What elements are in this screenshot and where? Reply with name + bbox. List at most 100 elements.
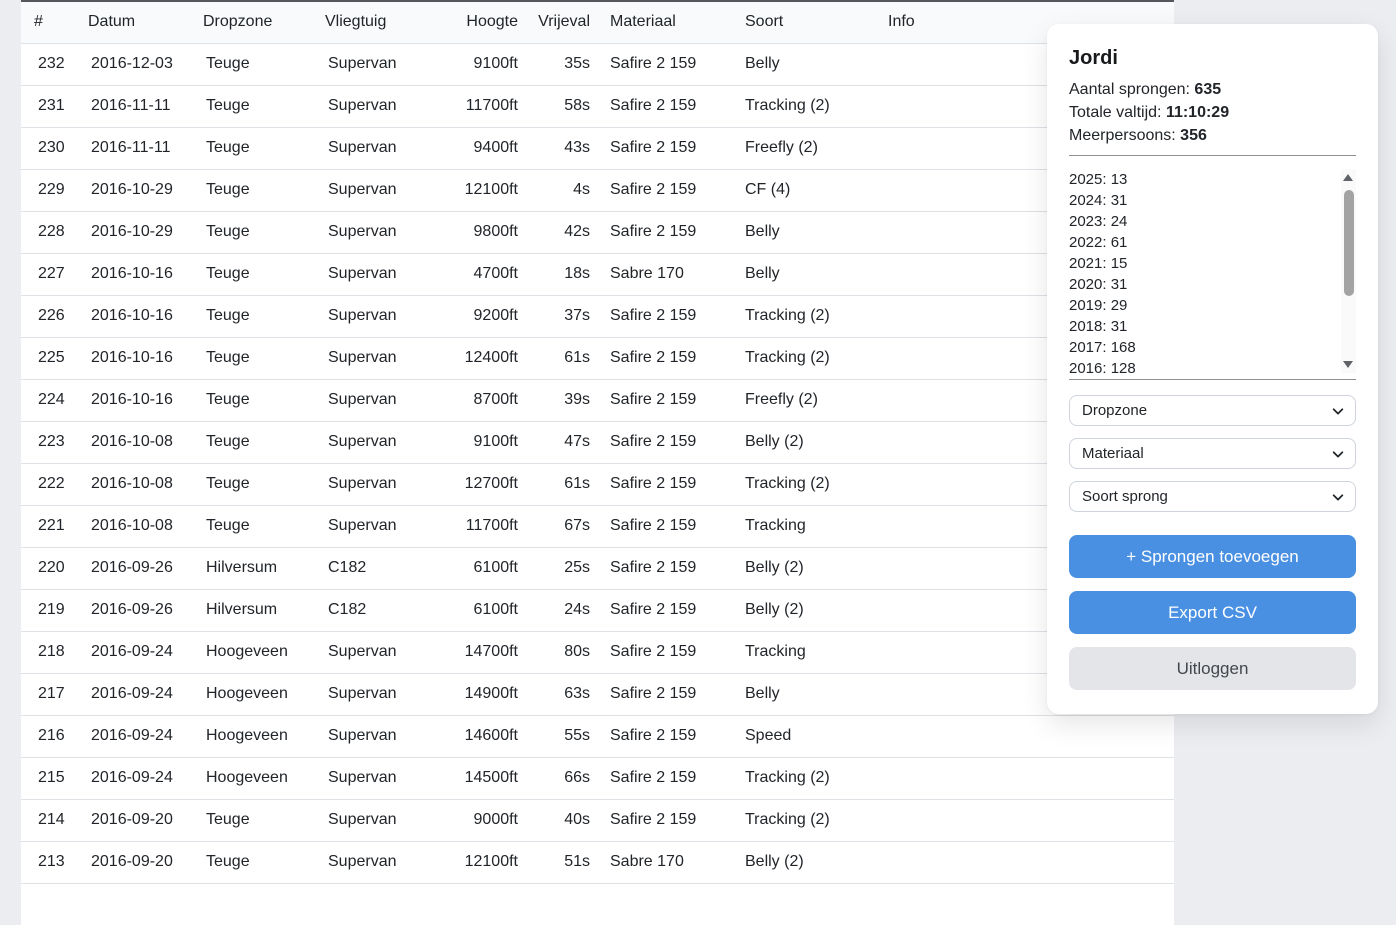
- cell-empty: [518, 883, 590, 925]
- cell-dropzone: Teuge: [203, 799, 325, 841]
- export-csv-button[interactable]: Export CSV: [1069, 591, 1356, 634]
- column-header-vliegtuig: Vliegtuig: [325, 2, 457, 43]
- cell-datum: 2016-09-26: [88, 589, 203, 631]
- year-counts-scroll-area[interactable]: 2025: 132024: 312023: 242022: 612021: 15…: [1069, 169, 1356, 373]
- logout-button[interactable]: Uitloggen: [1069, 647, 1356, 690]
- cell-datum: 2016-11-11: [88, 85, 203, 127]
- table-row[interactable]: 2252016-10-16TeugeSupervan12400ft61sSafi…: [21, 337, 1174, 379]
- divider: [1069, 379, 1356, 380]
- cell-empty: [888, 883, 1174, 925]
- cell-dropzone: Teuge: [203, 253, 325, 295]
- scrollbar-thumb[interactable]: [1344, 190, 1354, 296]
- cell-materiaal: Safire 2 159: [590, 673, 745, 715]
- cell-datum: 2016-09-20: [88, 799, 203, 841]
- cell-soort: CF (4): [745, 169, 888, 211]
- cell-soort: Speed: [745, 715, 888, 757]
- column-header-materiaal: Materiaal: [590, 2, 745, 43]
- cell-vliegtuig: Supervan: [325, 631, 457, 673]
- table-row[interactable]: 2232016-10-08TeugeSupervan9100ft47sSafir…: [21, 421, 1174, 463]
- add-jumps-button[interactable]: + Sprongen toevoegen: [1069, 535, 1356, 578]
- cell-materiaal: Safire 2 159: [590, 127, 745, 169]
- cell-materiaal: Safire 2 159: [590, 505, 745, 547]
- cell-dropzone: Teuge: [203, 421, 325, 463]
- cell-dropzone: Teuge: [203, 169, 325, 211]
- table-row[interactable]: 2282016-10-29TeugeSupervan9800ft42sSafir…: [21, 211, 1174, 253]
- cell-vrijeval: 40s: [518, 799, 590, 841]
- table-row[interactable]: 2262016-10-16TeugeSupervan9200ft37sSafir…: [21, 295, 1174, 337]
- cell-nr: 232: [21, 43, 88, 85]
- table-row[interactable]: 2322016-12-03TeugeSupervan9100ft35sSafir…: [21, 43, 1174, 85]
- year-list-scrollbar[interactable]: [1341, 169, 1356, 373]
- table-row-partial: [21, 883, 1174, 925]
- table-row[interactable]: 2272016-10-16TeugeSupervan4700ft18sSabre…: [21, 253, 1174, 295]
- table-row[interactable]: 2152016-09-24HoogeveenSupervan14500ft66s…: [21, 757, 1174, 799]
- table-row[interactable]: 2292016-10-29TeugeSupervan12100ft4sSafir…: [21, 169, 1174, 211]
- table-row[interactable]: 2242016-10-16TeugeSupervan8700ft39sSafir…: [21, 379, 1174, 421]
- cell-vrijeval: 35s: [518, 43, 590, 85]
- cell-empty: [745, 883, 888, 925]
- cell-hoogte: 6100ft: [457, 547, 518, 589]
- cell-hoogte: 12100ft: [457, 169, 518, 211]
- cell-soort: Tracking (2): [745, 799, 888, 841]
- cell-materiaal: Safire 2 159: [590, 337, 745, 379]
- table-row[interactable]: 2212016-10-08TeugeSupervan11700ft67sSafi…: [21, 505, 1174, 547]
- user-stats: Aantal sprongen: 635Totale valtijd: 11:1…: [1069, 78, 1356, 147]
- cell-materiaal: Safire 2 159: [590, 169, 745, 211]
- cell-nr: 227: [21, 253, 88, 295]
- table-row[interactable]: 2132016-09-20TeugeSupervan12100ft51sSabr…: [21, 841, 1174, 883]
- cell-materiaal: Safire 2 159: [590, 589, 745, 631]
- cell-vrijeval: 61s: [518, 337, 590, 379]
- table-row[interactable]: 2172016-09-24HoogeveenSupervan14900ft63s…: [21, 673, 1174, 715]
- chevron-down-icon: [1331, 490, 1345, 504]
- cell-nr: 213: [21, 841, 88, 883]
- user-name: Jordi: [1069, 46, 1356, 70]
- cell-datum: 2016-10-29: [88, 169, 203, 211]
- cell-vrijeval: 51s: [518, 841, 590, 883]
- scroll-up-arrow-icon[interactable]: [1343, 174, 1353, 181]
- cell-empty: [203, 883, 325, 925]
- column-header-nr: #: [21, 2, 88, 43]
- table-header-row: #DatumDropzoneVliegtuigHoogteVrijevalMat…: [21, 2, 1174, 43]
- cell-soort: Belly (2): [745, 547, 888, 589]
- dropzone-filter-select[interactable]: Dropzone: [1069, 395, 1356, 426]
- cell-nr: 225: [21, 337, 88, 379]
- cell-vrijeval: 58s: [518, 85, 590, 127]
- column-header-datum: Datum: [88, 2, 203, 43]
- table-row[interactable]: 2312016-11-11TeugeSupervan11700ft58sSafi…: [21, 85, 1174, 127]
- cell-hoogte: 14700ft: [457, 631, 518, 673]
- soort-sprong-filter-select[interactable]: Soort sprong: [1069, 481, 1356, 512]
- cell-vrijeval: 43s: [518, 127, 590, 169]
- cell-vrijeval: 63s: [518, 673, 590, 715]
- cell-nr: 218: [21, 631, 88, 673]
- cell-materiaal: Safire 2 159: [590, 211, 745, 253]
- cell-soort: Belly: [745, 211, 888, 253]
- year-count-item: 2021: 15: [1069, 253, 1334, 274]
- stat-line: Meerpersoons: 356: [1069, 124, 1356, 147]
- cell-datum: 2016-09-24: [88, 673, 203, 715]
- stat-value: 11:10:29: [1166, 104, 1229, 121]
- table-row[interactable]: 2142016-09-20TeugeSupervan9000ft40sSafir…: [21, 799, 1174, 841]
- cell-vliegtuig: Supervan: [325, 337, 457, 379]
- cell-hoogte: 9100ft: [457, 43, 518, 85]
- scroll-down-arrow-icon[interactable]: [1343, 361, 1353, 368]
- cell-materiaal: Sabre 170: [590, 841, 745, 883]
- cell-nr: 226: [21, 295, 88, 337]
- table-row[interactable]: 2222016-10-08TeugeSupervan12700ft61sSafi…: [21, 463, 1174, 505]
- cell-hoogte: 4700ft: [457, 253, 518, 295]
- cell-vliegtuig: C182: [325, 547, 457, 589]
- cell-vliegtuig: Supervan: [325, 715, 457, 757]
- table-row[interactable]: 2192016-09-26HilversumC1826100ft24sSafir…: [21, 589, 1174, 631]
- cell-vliegtuig: C182: [325, 589, 457, 631]
- table-row[interactable]: 2182016-09-24HoogeveenSupervan14700ft80s…: [21, 631, 1174, 673]
- cell-soort: Belly (2): [745, 841, 888, 883]
- table-row[interactable]: 2202016-09-26HilversumC1826100ft25sSafir…: [21, 547, 1174, 589]
- cell-vrijeval: 24s: [518, 589, 590, 631]
- cell-empty: [590, 883, 745, 925]
- cell-materiaal: Safire 2 159: [590, 799, 745, 841]
- table-row[interactable]: 2162016-09-24HoogeveenSupervan14600ft55s…: [21, 715, 1174, 757]
- materiaal-filter-select[interactable]: Materiaal: [1069, 438, 1356, 469]
- cell-nr: 222: [21, 463, 88, 505]
- table-row[interactable]: 2302016-11-11TeugeSupervan9400ft43sSafir…: [21, 127, 1174, 169]
- cell-dropzone: Hoogeveen: [203, 757, 325, 799]
- cell-dropzone: Teuge: [203, 85, 325, 127]
